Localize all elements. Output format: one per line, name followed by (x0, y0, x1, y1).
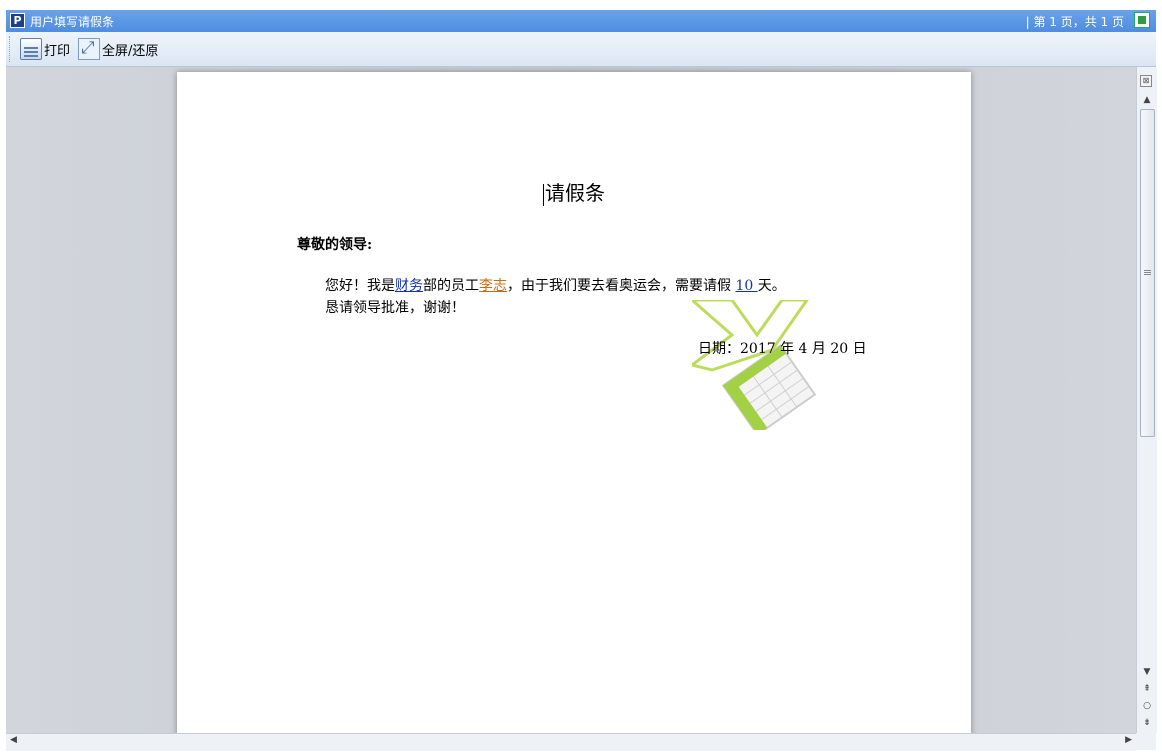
previous-page-icon[interactable]: ⇞ (1137, 682, 1157, 696)
line1-text-4: 天。 (757, 278, 786, 294)
fullscreen-button[interactable]: 全屏/还原 (78, 37, 158, 61)
body-line-1: 您好！我是财务部的员工李志，由于我们要去看奥运会，需要请假 10 天。 (325, 275, 786, 295)
line1-text-2: 部的员工 (423, 278, 479, 294)
app-icon: P (10, 13, 25, 28)
line1-text-1: 您好！我是 (325, 278, 395, 294)
text-cursor (543, 183, 544, 206)
body-line-2: 恳请领导批准，谢谢！ (325, 300, 465, 316)
horizontal-scrollbar[interactable]: ◀ ▶ (6, 733, 1136, 751)
employee-field[interactable]: 李志 (479, 278, 507, 294)
window-title: 用户填写请假条 (30, 15, 115, 29)
print-label: 打印 (44, 43, 71, 59)
scroll-down-icon[interactable]: ▼ (1137, 665, 1157, 679)
days-field[interactable]: 10 (735, 278, 757, 294)
title-bar: P 用户填写请假条 | 第 1 页，共 1 页 (6, 10, 1156, 32)
scroll-thumb[interactable] (1140, 109, 1155, 437)
vertical-scrollbar[interactable]: ⊠ ▲ ▼ ⇞ ○ ⇟ (1136, 67, 1157, 733)
page-info: | 第 1 页，共 1 页 (1025, 15, 1124, 29)
line1-text-3: ，由于我们要去看奥运会，需要请假 (507, 278, 736, 294)
document-page[interactable]: 请假条 尊敬的领导: 您好！我是财务部的员工李志，由于我们要去看奥运会，需要请假… (177, 72, 971, 733)
scroll-right-icon[interactable]: ▶ (1125, 735, 1132, 745)
scroll-left-icon[interactable]: ◀ (10, 735, 17, 745)
department-field[interactable]: 财务 (395, 278, 423, 294)
next-page-icon[interactable]: ⇟ (1137, 716, 1157, 730)
toolbar-grip[interactable] (9, 36, 13, 62)
printer-icon (20, 38, 42, 60)
browse-object-icon[interactable]: ○ (1137, 699, 1157, 713)
date-line: 日期：2017 年 4 月 20 日 (698, 341, 867, 357)
fullscreen-icon (78, 38, 100, 60)
document-workspace: 请假条 尊敬的领导: 您好！我是财务部的员工李志，由于我们要去看奥运会，需要请假… (6, 67, 1136, 733)
scroll-up-icon[interactable]: ▲ (1137, 93, 1157, 107)
excel-logo-icon (692, 300, 817, 430)
fullscreen-label: 全屏/还原 (102, 43, 159, 59)
scrollbar-corner (1136, 733, 1156, 750)
print-button[interactable]: 打印 (20, 37, 70, 61)
document-title-text: 请假条 (545, 181, 605, 205)
document-title: 请假条 (177, 177, 971, 206)
maximize-icon[interactable] (1134, 12, 1150, 28)
toolbar: 打印 全屏/还原 (6, 32, 1156, 67)
greeting: 尊敬的领导: (297, 237, 373, 253)
view-options-icon[interactable]: ⊠ (1140, 75, 1152, 87)
